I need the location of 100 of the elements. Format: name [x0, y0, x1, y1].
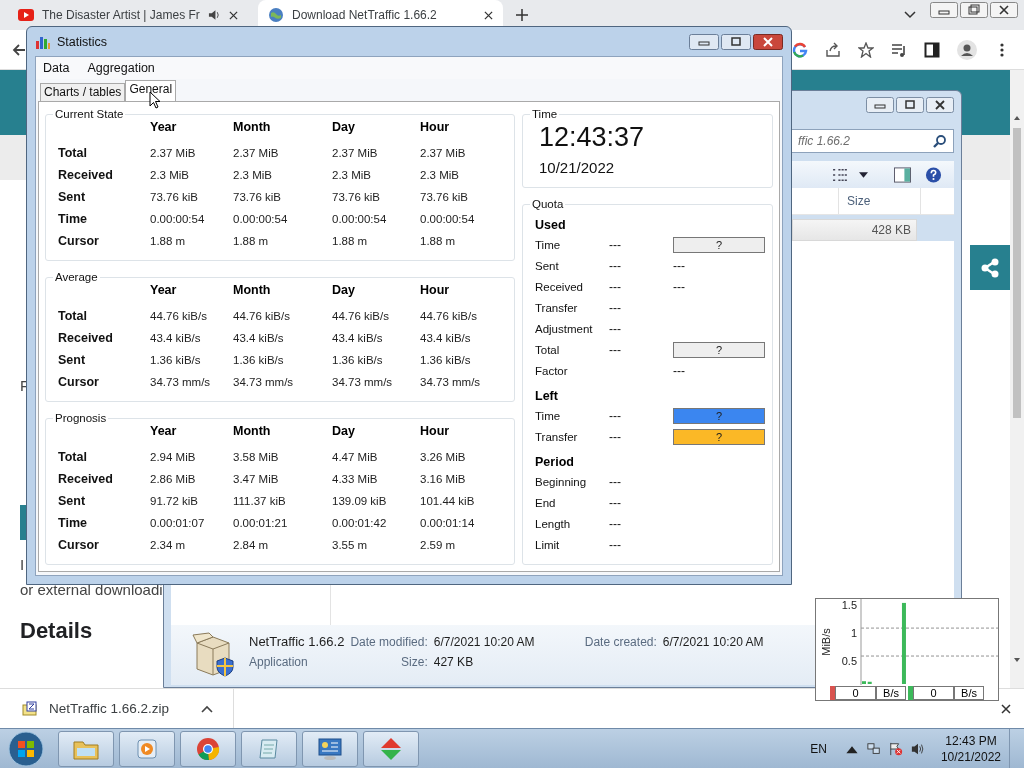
column-header: Day: [332, 423, 356, 440]
tab-title: Download NetTraffic 1.66.2: [292, 8, 438, 22]
column-header: Hour: [420, 423, 451, 440]
taskbar-button[interactable]: [302, 730, 358, 767]
quota-label: Total: [535, 343, 561, 356]
clock-date: 10/21/2022: [539, 159, 616, 176]
quota-label: Adjustment: [535, 322, 594, 335]
close-icon[interactable]: [484, 10, 493, 20]
close-icon[interactable]: [1001, 703, 1011, 714]
quota-label: Sent: [535, 259, 560, 272]
row-label: Received: [58, 331, 114, 345]
table-cell-text: 44.76 kiB/s: [332, 310, 390, 322]
property-value: 427 KB: [433, 655, 475, 669]
section-title: Period: [535, 454, 575, 471]
download-file-name[interactable]: NetTraffic 1.66.2.zip: [49, 701, 170, 716]
table-cell-text: 2.59 m: [420, 539, 457, 551]
table-cell-text: 1.36 kiB/s: [150, 354, 202, 366]
column-header: Month: [233, 119, 272, 136]
rate-unit: B/s: [876, 685, 906, 700]
property-value: 6/7/2021 10:20 AM: [662, 635, 764, 649]
help-icon[interactable]: [925, 166, 942, 183]
table-cell-text: 2.86 MiB: [150, 473, 197, 485]
minimize-icon[interactable]: [689, 33, 719, 50]
maximize-icon[interactable]: [721, 33, 751, 50]
clock-time[interactable]: 12:43 PM: [945, 732, 997, 749]
table-cell-text: 0.00:00:54: [332, 213, 388, 225]
star-icon[interactable]: [858, 41, 874, 58]
paragraph-text: I: [20, 555, 25, 575]
network-icon[interactable]: [866, 741, 881, 756]
table-cell-text: 0.00:00:54: [420, 213, 476, 225]
table-cell-text: 3.16 MiB: [420, 473, 467, 485]
restore-icon[interactable]: [960, 2, 988, 18]
minimize-icon[interactable]: [866, 97, 894, 113]
new-tab-icon[interactable]: [516, 9, 528, 21]
taskbar-button[interactable]: [119, 730, 175, 767]
tick-label: 1.5: [841, 599, 857, 612]
tab[interactable]: General: [125, 80, 177, 101]
speaker-icon[interactable]: [207, 9, 221, 21]
control-panel-icon: [316, 736, 344, 761]
close-icon[interactable]: [926, 97, 954, 113]
table-cell-text: 73.76 kiB: [332, 191, 381, 203]
file-row[interactable]: 428 KB: [792, 219, 917, 241]
quota-value: ---: [609, 237, 621, 252]
speaker-icon[interactable]: [910, 741, 925, 756]
minimize-icon[interactable]: [930, 2, 958, 18]
share-button[interactable]: [970, 245, 1010, 290]
start-button[interactable]: [8, 730, 44, 767]
taskbar-button[interactable]: [363, 730, 419, 767]
quota-bar: ?: [673, 407, 765, 424]
caret-up-icon[interactable]: [201, 704, 214, 713]
quota-label: Factor: [535, 364, 569, 377]
browser-tab[interactable]: The Disaster Artist | James Fr: [8, 0, 253, 30]
view-list-icon[interactable]: [832, 166, 849, 183]
media-queue-icon[interactable]: [891, 41, 907, 58]
close-icon[interactable]: [990, 2, 1018, 18]
row-label: Time: [58, 516, 88, 530]
table-cell-text: 0.00:00:54: [233, 213, 289, 225]
back-arrow-icon[interactable]: [12, 42, 26, 57]
table-cell-text: 34.73 mm/s: [420, 376, 482, 388]
clock-date[interactable]: 10/21/2022: [940, 748, 1001, 765]
table-cell-text: 73.76 kiB: [150, 191, 199, 203]
table-cell-text: 2.34 m: [150, 539, 187, 551]
table-cell-text: 44.76 kiB/s: [233, 310, 291, 322]
quota-label: End: [535, 496, 557, 509]
menu-item[interactable]: Data: [43, 61, 70, 75]
tab[interactable]: Charts / tables: [40, 83, 126, 101]
section-heading: Details: [20, 617, 93, 645]
share-icon[interactable]: [825, 41, 841, 58]
preview-pane-icon[interactable]: [894, 166, 911, 183]
table-cell-text: 1.88 m: [332, 235, 369, 247]
taskbar-button[interactable]: [180, 730, 236, 767]
quota-value: ---: [609, 279, 621, 294]
table-cell-text: 4.47 MiB: [332, 451, 379, 463]
search-field[interactable]: ffic 1.66.2: [791, 129, 954, 153]
colored-ring-icon[interactable]: [792, 41, 808, 58]
column-header[interactable]: Size: [838, 188, 921, 214]
row-label: Received: [58, 472, 114, 486]
close-icon[interactable]: [228, 10, 238, 20]
language-indicator[interactable]: EN: [810, 741, 827, 756]
quota-label: Received: [535, 280, 584, 293]
property-value: 6/7/2021 10:20 AM: [433, 635, 536, 649]
side-panel-icon[interactable]: [924, 41, 940, 58]
table-cell-text: 3.47 MiB: [233, 473, 280, 485]
flag-alert-icon[interactable]: [888, 741, 903, 756]
scrollbar[interactable]: [1010, 70, 1024, 688]
file-type: Application: [249, 655, 309, 669]
menu-item[interactable]: Aggregation: [87, 61, 155, 75]
row-label: Sent: [58, 494, 87, 508]
chevron-down-icon[interactable]: [904, 11, 916, 19]
column-header: Hour: [420, 119, 451, 136]
close-icon[interactable]: [753, 33, 783, 50]
maximize-icon[interactable]: [896, 97, 924, 113]
group-title: Current State: [54, 108, 125, 120]
caret-down-icon[interactable]: [859, 171, 868, 178]
share-icon: [980, 257, 1000, 278]
bar-chart-icon: [35, 34, 51, 49]
play-logo-icon: [18, 7, 34, 23]
row-label: Cursor: [58, 234, 100, 248]
profile-icon[interactable]: [957, 39, 977, 60]
table-cell-text: 91.72 kiB: [150, 495, 199, 507]
